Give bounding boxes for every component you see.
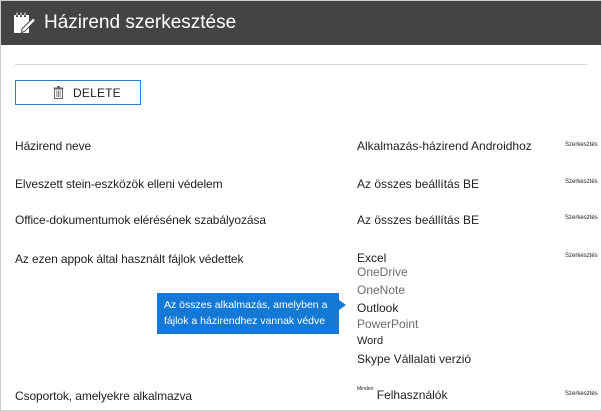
row-label-assigned-groups: Csoportok, amelyekre alkalmazva: [15, 389, 192, 403]
list-item: OneDrive: [357, 265, 408, 279]
row-label-policy-name: Házirend neve: [15, 139, 92, 153]
header-bar: Házirend szerkesztése: [1, 1, 601, 45]
row-value-assigned-groups: Minden Felhasználók: [357, 386, 448, 402]
trash-icon: [53, 86, 64, 99]
list-item: PowerPoint: [357, 317, 419, 331]
delete-button-label: DELETE: [73, 86, 121, 100]
row-label-lost-device-protection: Elveszett stein-eszközök elleni védelem: [15, 177, 223, 191]
edit-policy-icon: [14, 12, 37, 34]
row-value-lost-device-protection: Az összes beállítás BE: [357, 177, 480, 191]
delete-button[interactable]: DELETE: [15, 80, 141, 105]
edit-link-policy-name[interactable]: Szerkesztés: [565, 142, 598, 148]
header-divider: [15, 64, 587, 65]
edit-link-protected-apps[interactable]: Szerkesztés: [565, 253, 598, 259]
list-item: Skype Vállalati verzió: [357, 352, 472, 366]
policy-editor-window: Házirend szerkesztése DELETE Házirend ne…: [0, 0, 602, 411]
value-text: Felhasználók: [376, 388, 448, 402]
edit-link-assigned-groups[interactable]: Szerkesztés: [565, 391, 598, 397]
list-item: Word: [357, 335, 384, 347]
list-item: OneNote: [357, 283, 406, 297]
callout-line-1: Az összes alkalmazás, amelyben a: [164, 299, 328, 311]
edit-link-lost-device-protection[interactable]: Szerkesztés: [565, 179, 598, 185]
value-prefix: Minden: [357, 386, 374, 392]
row-label-protected-apps: Az ezen appok által használt fájlok véde…: [15, 252, 244, 266]
protected-apps-callout: Az összes alkalmazás, amelyben a fájlok …: [157, 293, 339, 334]
row-value-office-access-control: Az összes beállítás BE: [357, 213, 480, 227]
callout-line-2: fájlok a házirendhez vannak védve: [164, 315, 326, 327]
list-item: Excel: [357, 251, 387, 265]
edit-link-office-access-control[interactable]: Szerkesztés: [565, 215, 598, 221]
row-label-office-access-control: Office-dokumentumok elérésének szabályoz…: [15, 213, 266, 227]
row-value-policy-name: Alkalmazás-házirend Androidhoz: [357, 139, 532, 153]
page-title: Házirend szerkesztése: [44, 12, 237, 33]
callout-arrow: [339, 300, 346, 310]
list-item: Outlook: [357, 301, 399, 315]
